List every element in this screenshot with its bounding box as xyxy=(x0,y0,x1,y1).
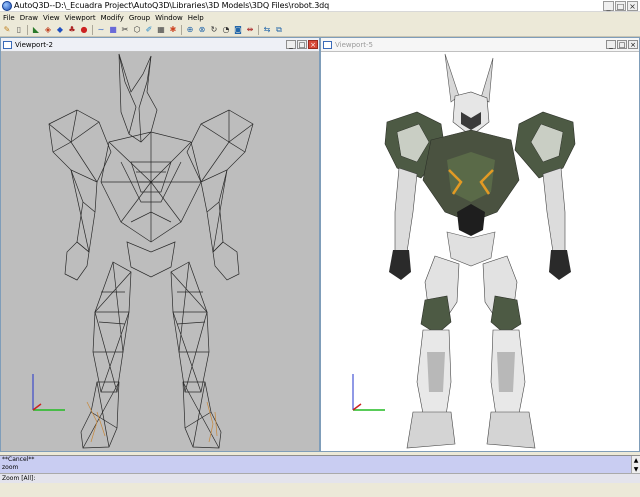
grid-icon[interactable]: ▦ xyxy=(156,25,166,35)
viewport-wireframe[interactable]: Viewport-2 _ □ × xyxy=(0,37,320,452)
command-prompt[interactable]: Zoom [All]: xyxy=(0,473,640,483)
viewport-header: Viewport-2 _ □ × xyxy=(1,38,319,52)
scroll-up-icon[interactable]: ▲ xyxy=(632,456,640,465)
toolbar-separator xyxy=(181,24,182,35)
viewport-controls: _ □ × xyxy=(286,40,318,49)
viewport-canvas[interactable] xyxy=(1,52,319,451)
toolbar-separator xyxy=(258,24,259,35)
measure-icon[interactable]: ⇹ xyxy=(245,25,255,35)
window-title: AutoQ3D--D:\_Ecuadra Project\AutoQ3D\Lib… xyxy=(14,1,330,10)
window-controls: _ □ × xyxy=(603,0,638,11)
viewport-maximize-button[interactable]: □ xyxy=(617,40,627,49)
viewport-icon xyxy=(323,40,332,49)
orbit-icon[interactable]: ◔ xyxy=(221,25,231,35)
title-bar: AutoQ3D--D:\_Ecuadra Project\AutoQ3D\Lib… xyxy=(0,0,640,12)
zoom-icon[interactable]: ⊕ xyxy=(185,25,195,35)
rotate-icon[interactable]: ↻ xyxy=(209,25,219,35)
toolbar-separator xyxy=(92,24,93,35)
window-tile-icon[interactable]: ⧉ xyxy=(274,25,284,35)
palette-icon[interactable]: ♣ xyxy=(67,25,77,35)
menu-draw[interactable]: Draw xyxy=(19,14,42,22)
wireframe-robot xyxy=(32,53,254,449)
command-window: **Cancel** zoom ▲ ▼ xyxy=(0,455,640,474)
close-button[interactable]: × xyxy=(627,0,638,11)
material-icon[interactable]: ◆ xyxy=(55,25,65,35)
polygon-icon[interactable]: ⬡ xyxy=(132,25,142,35)
app-icon xyxy=(2,0,12,11)
menu-viewport[interactable]: Viewport xyxy=(64,14,100,22)
menu-file[interactable]: File xyxy=(2,14,19,22)
sphere-icon[interactable]: ● xyxy=(79,25,89,35)
command-prompt-text: Zoom [All]: xyxy=(2,475,36,482)
toolbar-separator xyxy=(27,24,28,35)
viewport-close-button[interactable]: × xyxy=(308,40,318,49)
line-icon[interactable]: ∼ xyxy=(96,25,106,35)
menu-group[interactable]: Group xyxy=(128,14,154,22)
viewport-controls: _ □ × xyxy=(606,40,638,49)
command-history-line: zoom xyxy=(2,464,19,471)
viewport-title: Viewport-5 xyxy=(335,40,373,49)
save-icon[interactable]: ◈ xyxy=(43,25,53,35)
square-icon[interactable]: ■ xyxy=(108,25,118,35)
viewport-close-button[interactable]: × xyxy=(628,40,638,49)
viewport-render[interactable]: Viewport-5 _ □ × xyxy=(320,37,640,452)
toolbar: ✎ ▯ ◣ ◈ ◆ ♣ ● ∼ ■ ✂ ⬡ ✐ ▦ ✱ ⊕ ⊗ ↻ ◔ ◙ ⇹ … xyxy=(0,23,640,37)
pan-icon[interactable]: ⊗ xyxy=(197,25,207,35)
camera-icon[interactable]: ◙ xyxy=(233,25,243,35)
viewport-icon xyxy=(3,40,12,49)
open-icon[interactable]: ◣ xyxy=(31,25,41,35)
cut-icon[interactable]: ✂ xyxy=(120,25,130,35)
rendered-robot xyxy=(352,53,576,449)
menu-view[interactable]: View xyxy=(42,14,64,22)
link-icon[interactable]: ⇆ xyxy=(262,25,272,35)
status-bar xyxy=(0,483,640,497)
command-scrollbar[interactable]: ▲ ▼ xyxy=(631,456,640,474)
edit-icon[interactable]: ✐ xyxy=(144,25,154,35)
menu-bar: File Draw View Viewport Modify Group Win… xyxy=(0,12,640,23)
pencil-icon[interactable]: ✎ xyxy=(2,25,12,35)
menu-window[interactable]: Window xyxy=(154,14,187,22)
viewport-title: Viewport-2 xyxy=(15,40,53,49)
viewport-header: Viewport-5 _ □ × xyxy=(321,38,639,52)
menu-help[interactable]: Help xyxy=(187,14,208,22)
render-icon[interactable]: ✱ xyxy=(168,25,178,35)
viewport-canvas[interactable] xyxy=(321,52,639,451)
minimize-button[interactable]: _ xyxy=(603,0,614,11)
viewport-minimize-button[interactable]: _ xyxy=(606,40,616,49)
maximize-button[interactable]: □ xyxy=(615,0,626,11)
menu-modify[interactable]: Modify xyxy=(100,14,128,22)
new-file-icon[interactable]: ▯ xyxy=(14,25,24,35)
command-history-line: **Cancel** xyxy=(2,456,35,463)
viewport-minimize-button[interactable]: _ xyxy=(286,40,296,49)
viewport-maximize-button[interactable]: □ xyxy=(297,40,307,49)
